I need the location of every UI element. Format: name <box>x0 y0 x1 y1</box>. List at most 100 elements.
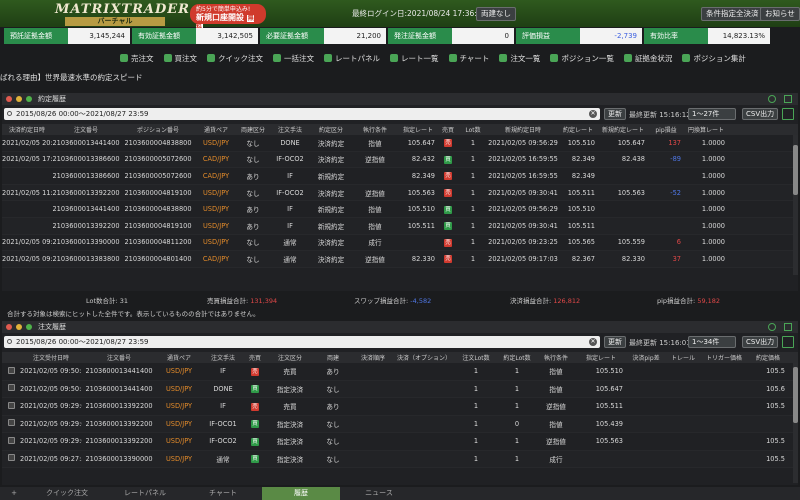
add-tab-button[interactable]: + <box>0 487 28 500</box>
row-checkbox[interactable] <box>7 454 15 462</box>
column-header[interactable]: 決済pip差 <box>626 353 666 362</box>
column-header[interactable]: 売買 <box>244 353 266 362</box>
table-row[interactable]: 2021/02/05 11:48:182103600013392200 21036… <box>2 184 798 202</box>
table-row[interactable]: 2021/02/05 09:26:362103600013383800 21036… <box>2 251 798 268</box>
column-header[interactable]: トリガー価格 <box>700 353 748 362</box>
tab-4[interactable]: 履歴 <box>262 487 340 500</box>
toolbar-6-button[interactable]: チャート <box>448 51 489 65</box>
maximize-dot-icon[interactable] <box>26 96 32 102</box>
bulk-close-button[interactable]: 条件指定全決済 <box>701 7 764 21</box>
update-button[interactable]: 更新 <box>604 108 626 120</box>
close-dot-icon[interactable] <box>6 324 12 330</box>
column-header[interactable]: 注文手法 <box>270 125 310 134</box>
page-select[interactable]: 1〜34件 <box>688 336 736 348</box>
table-row[interactable]: 2103600013386600 2103600005072600 CAD/JPY あ… <box>2 168 798 185</box>
toolbar-10-button[interactable]: ポジション集計 <box>682 51 746 65</box>
column-header[interactable]: 指定レート <box>398 125 438 134</box>
date-range-search[interactable]: 2015/08/26 00:00〜2021/08/27 23:59 ✕ <box>4 336 600 348</box>
maximize-dot-icon[interactable] <box>26 324 32 330</box>
table-row[interactable]: 2021/02/05 09:50:192103600013441400 USD/J… <box>2 363 798 381</box>
column-header[interactable]: トレール <box>666 353 700 362</box>
column-header[interactable]: 両建 <box>314 353 352 362</box>
close-dot-icon[interactable] <box>6 96 12 102</box>
toolbar-3-button[interactable]: 一括注文 <box>273 51 314 65</box>
minimize-dot-icon[interactable] <box>16 324 22 330</box>
gear-icon[interactable] <box>768 323 776 331</box>
window-icon[interactable] <box>784 95 792 103</box>
table-row[interactable]: 2021/02/05 09:27:552103600013390000 USD/J… <box>2 450 798 468</box>
row-checkbox[interactable] <box>7 436 15 444</box>
column-header[interactable]: 注文Lot数 <box>454 353 498 362</box>
vertical-scrollbar[interactable] <box>793 135 798 275</box>
column-header[interactable]: 通貨ペア <box>196 125 236 134</box>
row-checkbox[interactable] <box>7 384 15 392</box>
csv-export-button[interactable]: CSV出力 <box>742 336 779 348</box>
row-checkbox[interactable] <box>7 419 15 427</box>
column-header[interactable]: 決済順序 <box>352 353 394 362</box>
toolbar-9-button[interactable]: 証拠金状況 <box>623 51 672 65</box>
column-header[interactable]: 指定レート <box>576 353 626 362</box>
date-range-search[interactable]: 2015/08/26 00:00〜2021/08/27 23:59 ✕ <box>4 108 600 120</box>
tab-5[interactable]: ニュース <box>340 487 418 500</box>
table-row[interactable]: 2103600013392200 2103600004819100 USD/JPY あ… <box>2 217 798 235</box>
column-header[interactable]: ポジション番号 <box>120 125 196 134</box>
column-header[interactable]: 決済約定日時 <box>2 125 52 134</box>
window-icon[interactable] <box>784 323 792 331</box>
column-header[interactable]: 売買 <box>438 125 458 134</box>
column-header[interactable]: 両建区分 <box>236 125 270 134</box>
vertical-scrollbar[interactable] <box>793 363 798 483</box>
column-header[interactable]: 執行条件 <box>536 353 576 362</box>
column-header[interactable]: 約定価格 <box>748 353 788 362</box>
tab-1[interactable]: クイック注文 <box>28 487 106 500</box>
column-header[interactable]: 約定Lot数 <box>498 353 536 362</box>
table-row[interactable]: 2021/02/05 09:50:192103600013441400 USD/J… <box>2 380 798 398</box>
execution-totals: Lot数合計: 31 売買損益合計: 131,394 スワップ損益合計: -4,… <box>2 293 798 319</box>
column-header[interactable]: 注文手法 <box>202 353 244 362</box>
open-account-banner[interactable]: 約5分で簡単申込み! 新規口座開設 無料 <box>190 4 266 31</box>
update-button[interactable]: 更新 <box>604 336 626 348</box>
page-select[interactable]: 1〜27件 <box>688 108 736 120</box>
clear-icon[interactable]: ✕ <box>589 110 597 118</box>
column-header[interactable]: 注文受付日時 <box>20 353 82 362</box>
toolbar-8-button[interactable]: ポジション一覧 <box>550 51 614 65</box>
clear-icon[interactable]: ✕ <box>589 338 597 346</box>
table-row[interactable]: 2103600013441400 2103600004838800 USD/JPY あ… <box>2 201 798 218</box>
row-checkbox[interactable] <box>7 401 15 409</box>
table-row[interactable]: 2021/02/05 09:29:062103600013392200 USD/J… <box>2 398 798 416</box>
toolbar-0-button[interactable]: 売注文 <box>120 51 154 65</box>
table-row[interactable]: 2021/02/05 09:29:062103600013392200 USD/J… <box>2 433 798 451</box>
column-header[interactable]: 注文番号 <box>82 353 156 362</box>
toolbar-4-button[interactable]: レートパネル <box>324 51 380 65</box>
spreadsheet-icon[interactable] <box>782 336 794 348</box>
toolbar-1-button[interactable]: 買注文 <box>163 51 197 65</box>
column-header[interactable]: 約定レート <box>558 125 598 134</box>
hedge-status-button[interactable]: 両建なし <box>476 7 516 21</box>
table-row[interactable]: 2021/02/05 09:27:552103600013390000 21036… <box>2 235 798 252</box>
gear-icon[interactable] <box>768 95 776 103</box>
toolbar-2-button[interactable]: クイック注文 <box>207 51 263 65</box>
notice-button[interactable]: お知らせ <box>760 7 800 21</box>
tab-3[interactable]: チャート <box>184 487 262 500</box>
column-header[interactable]: 新規約定レート <box>598 125 648 134</box>
column-header[interactable]: 新規約定日時 <box>488 125 558 134</box>
csv-export-button[interactable]: CSV出力 <box>742 108 779 120</box>
table-row[interactable]: 2021/02/05 09:29:062103600013392200 USD/J… <box>2 415 798 433</box>
toolbar-5-button[interactable]: レート一覧 <box>390 51 439 65</box>
brand-logo: MATRIXTRADER バーチャル <box>55 2 189 26</box>
column-header[interactable]: 約定区分 <box>310 125 352 134</box>
column-header[interactable]: pip損益 <box>648 125 684 134</box>
column-header[interactable]: 円換算レート <box>684 125 728 134</box>
column-header[interactable]: 注文区分 <box>266 353 314 362</box>
table-row[interactable]: 2021/02/05 17:30:172103600013386600 21036… <box>2 151 798 169</box>
spreadsheet-icon[interactable] <box>782 108 794 120</box>
column-header[interactable]: 通貨ペア <box>156 353 202 362</box>
toolbar-7-button[interactable]: 注文一覧 <box>499 51 540 65</box>
row-checkbox[interactable] <box>7 366 15 374</box>
column-header[interactable]: 注文番号 <box>52 125 120 134</box>
column-header[interactable]: 執行条件 <box>352 125 398 134</box>
minimize-dot-icon[interactable] <box>16 96 22 102</box>
table-row[interactable]: 2021/02/05 20:02:142103600013441400 21036… <box>2 135 798 152</box>
column-header[interactable]: Lot数 <box>458 125 488 134</box>
column-header[interactable]: 決済（オプション） <box>394 353 454 362</box>
tab-2[interactable]: レートパネル <box>106 487 184 500</box>
